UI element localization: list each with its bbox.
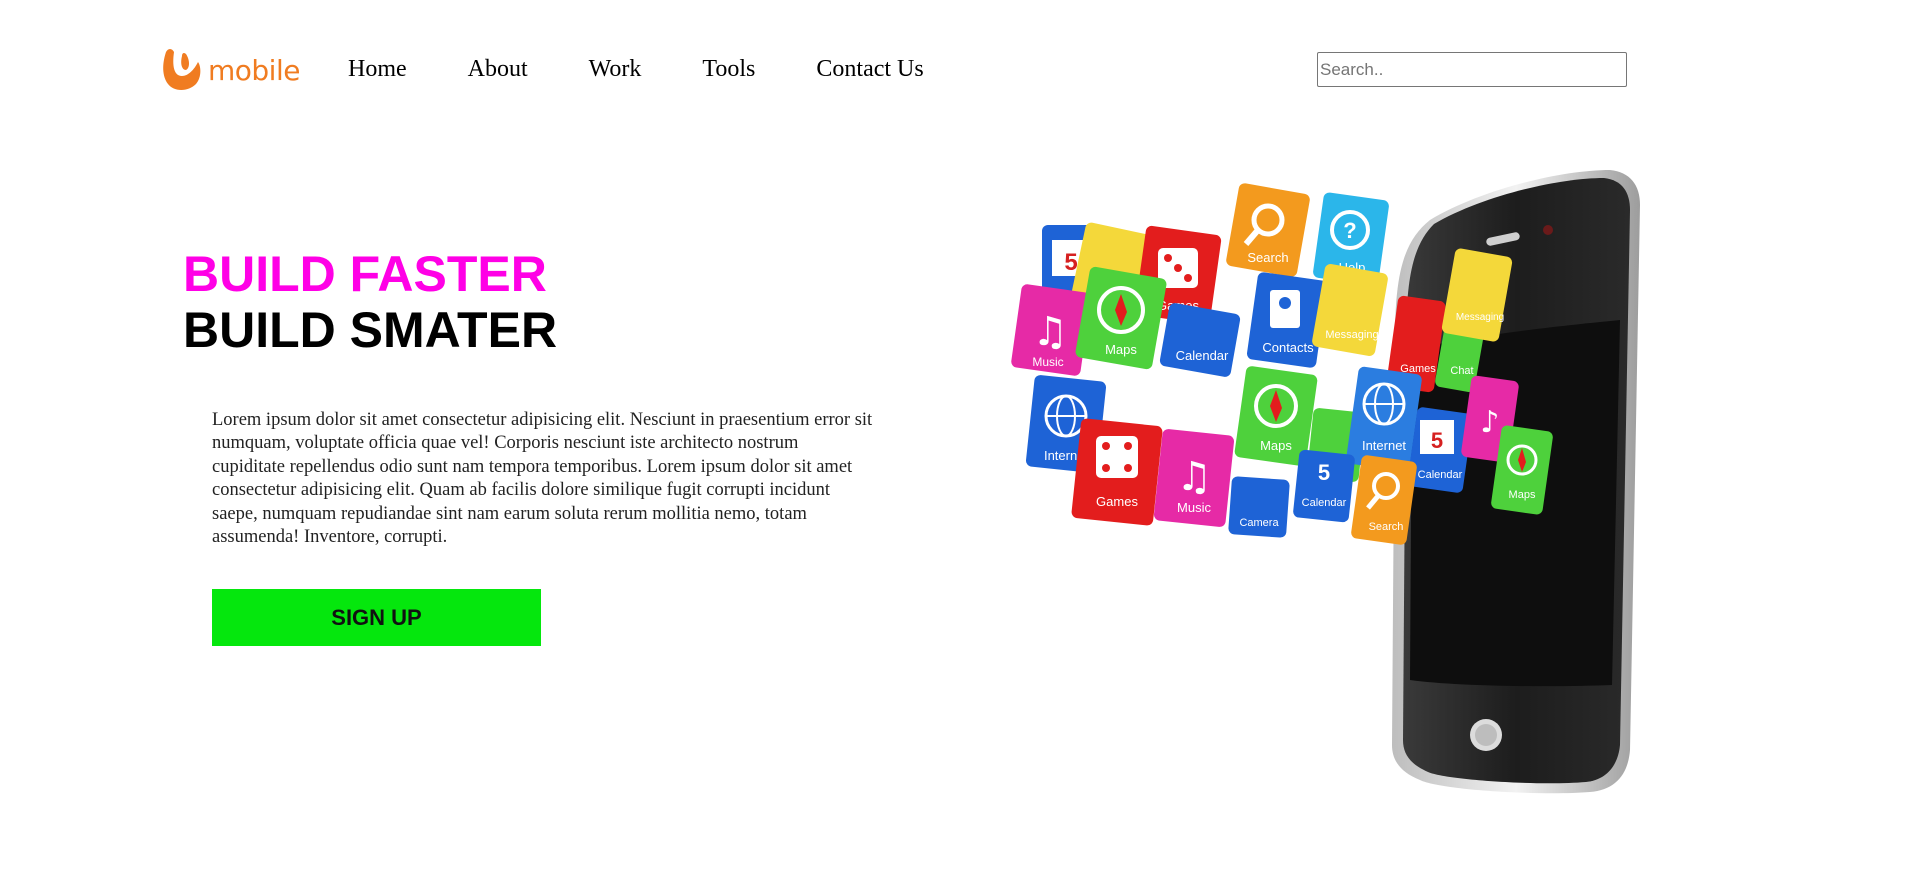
svg-text:Games: Games xyxy=(1096,494,1138,509)
svg-text:Search: Search xyxy=(1369,521,1404,533)
svg-text:Camera: Camera xyxy=(1239,517,1279,529)
nav-tools-link[interactable]: Tools xyxy=(702,56,755,83)
search-input[interactable] xyxy=(1317,52,1627,87)
svg-text:Contacts: Contacts xyxy=(1262,340,1314,355)
contacts-app-tile-icon: Contacts xyxy=(1246,272,1328,368)
svg-text:Calendar: Calendar xyxy=(1176,348,1229,363)
svg-text:Maps: Maps xyxy=(1509,489,1536,501)
music-app-tile-icon-3: ♫Music xyxy=(1153,429,1235,527)
svg-text:Maps: Maps xyxy=(1260,438,1292,453)
hero-headline: BUILD FASTER BUILD SMATER xyxy=(183,246,557,358)
svg-text:Calendar: Calendar xyxy=(1302,497,1347,509)
calendar-app-tile-icon-2: Calendar xyxy=(1159,303,1241,377)
nav-contact-link[interactable]: Contact Us xyxy=(816,56,923,83)
calendar-app-tile-icon-4: 5 Calendar xyxy=(1293,449,1355,523)
svg-text:5: 5 xyxy=(1318,460,1330,485)
main-nav: Home About Work Tools Contact Us xyxy=(348,56,985,83)
svg-text:5: 5 xyxy=(1431,428,1443,453)
headline-build-faster: BUILD FASTER xyxy=(183,246,547,302)
brand-name: mobile xyxy=(208,53,300,87)
brand-logo-mark-icon xyxy=(160,46,204,94)
svg-text:Maps: Maps xyxy=(1105,342,1137,357)
hero-description: Lorem ipsum dolor sit amet consectetur a… xyxy=(212,409,873,548)
svg-text:Music: Music xyxy=(1177,500,1211,515)
svg-text:Chat: Chat xyxy=(1450,365,1473,377)
nav-home-link[interactable]: Home xyxy=(348,56,407,83)
brand-logo[interactable]: mobile xyxy=(160,46,300,94)
nav-about-link[interactable]: About xyxy=(468,56,528,83)
site-header: mobile Home About Work Tools Contact Us xyxy=(0,0,1920,140)
maps-app-tile-icon: Maps xyxy=(1075,266,1167,370)
svg-text:Messaging: Messaging xyxy=(1325,329,1378,341)
svg-text:♫: ♫ xyxy=(1032,309,1068,355)
svg-text:Music: Music xyxy=(1032,355,1063,369)
hero-phone-illustration: 5 Games Search ?Help ♫Music Maps Calenda… xyxy=(1000,160,1660,810)
camera-app-tile-icon: Camera xyxy=(1228,476,1290,538)
svg-text:Search: Search xyxy=(1247,250,1288,265)
svg-text:Messaging: Messaging xyxy=(1456,312,1504,323)
phone-apps-image: 5 Games Search ?Help ♫Music Maps Calenda… xyxy=(1011,170,1640,794)
sign-up-button[interactable]: SIGN UP xyxy=(212,589,541,646)
games-app-tile-icon-3: Games xyxy=(1071,418,1163,526)
search-app-tile-icon-2: Search xyxy=(1351,455,1417,545)
svg-text:Calendar: Calendar xyxy=(1418,469,1463,481)
svg-text:♪: ♪ xyxy=(1480,405,1499,440)
svg-text:?: ? xyxy=(1343,218,1356,243)
svg-text:♫: ♫ xyxy=(1176,454,1212,500)
nav-work-link[interactable]: Work xyxy=(589,56,642,83)
svg-text:5: 5 xyxy=(1064,249,1077,276)
headline-build-smater: BUILD SMATER xyxy=(183,302,558,358)
search-app-tile-icon: Search xyxy=(1226,183,1310,277)
svg-text:Internet: Internet xyxy=(1362,438,1406,453)
